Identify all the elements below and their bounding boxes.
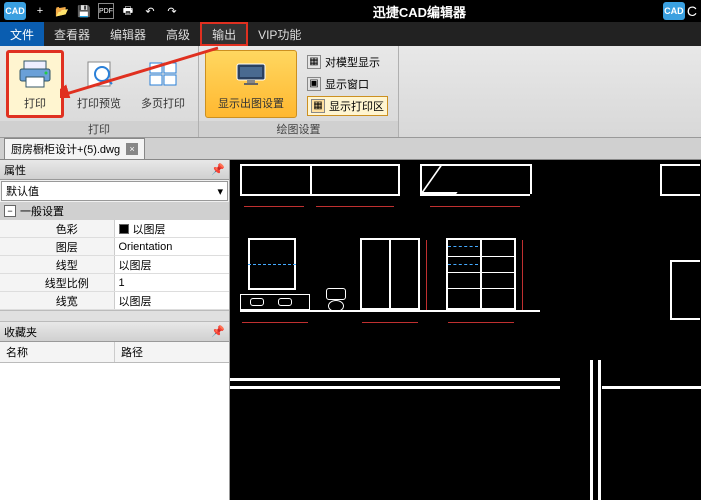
properties-panel-header: 属性 📌 [0,160,229,180]
multipage-icon [146,57,180,91]
menu-vip[interactable]: VIP功能 [248,22,311,46]
prop-value[interactable]: 以图层 [115,220,230,237]
save-icon[interactable]: 💾 [76,3,92,19]
pin-icon[interactable]: 📌 [211,325,225,339]
color-swatch [119,224,129,234]
chevron-down-icon[interactable]: ▾ [217,185,223,198]
prop-value[interactable]: Orientation [115,238,230,255]
printer-icon [18,57,52,91]
prop-name: 图层 [0,238,115,255]
left-panels: 属性 📌 默认值 ▾ − 一般设置 色彩 以图层 图层 Orientation … [0,160,230,500]
layers-icon: ▦ [307,55,321,69]
undo-icon[interactable]: ↶ [142,3,158,19]
ribbon-group-print: 打印 打印预览 多页打印 打印 [0,46,199,137]
preview-icon [82,57,116,91]
close-icon[interactable]: × [126,143,138,155]
show-window-label: 显示窗口 [325,76,369,92]
open-icon[interactable]: 📂 [54,3,70,19]
document-tab-label: 厨房橱柜设计+(5).dwg [11,141,120,157]
drawing-canvas[interactable] [230,160,701,500]
prop-value[interactable]: 1 [115,274,230,291]
prop-row[interactable]: 色彩 以图层 [0,220,229,238]
favorites-body [0,363,229,500]
prop-row[interactable]: 线宽 以图层 [0,292,229,310]
fav-col-path[interactable]: 路径 [115,342,229,362]
property-target-combo[interactable]: 默认值 ▾ [1,181,228,201]
ribbon-group-plot: 显示出图设置 ▦ 对模型显示 ▣ 显示窗口 ▦ 显示打印区 绘图设置 [199,46,399,137]
prop-row[interactable]: 图层 Orientation [0,238,229,256]
pdf-icon[interactable]: PDF [98,3,114,19]
app-title: 迅捷CAD编辑器 [180,2,659,21]
window-icon: ▣ [307,77,321,91]
show-plot-config-button[interactable]: 显示出图设置 [205,50,297,118]
redo-icon[interactable]: ↷ [164,3,180,19]
prop-section-label: 一般设置 [20,203,64,219]
new-icon[interactable]: + [32,3,48,19]
preview-label: 打印预览 [77,95,121,111]
show-model-label: 对模型显示 [325,54,380,70]
monitor-icon [234,57,268,91]
plot-options: ▦ 对模型显示 ▣ 显示窗口 ▦ 显示打印区 [303,50,392,118]
prop-name: 线型比例 [0,274,115,291]
show-print-area-label: 显示打印区 [329,98,384,114]
print-icon[interactable]: 🖶 [120,3,136,19]
prop-name: 线宽 [0,292,115,309]
menu-output[interactable]: 输出 [200,22,248,46]
panel-splitter[interactable] [0,310,229,322]
multipage-print-button[interactable]: 多页打印 [134,50,192,118]
ribbon-group-plot-label: 绘图设置 [199,121,398,137]
ribbon-group-print-label: 打印 [0,121,198,137]
document-tab[interactable]: 厨房橱柜设计+(5).dwg × [4,138,145,159]
prop-row[interactable]: 线型比例 1 [0,274,229,292]
print-area-icon: ▦ [311,99,325,113]
document-tab-bar: 厨房橱柜设计+(5).dwg × [0,138,701,160]
print-button[interactable]: 打印 [6,50,64,118]
prop-section-header[interactable]: − 一般设置 [0,202,229,220]
prop-value[interactable]: 以图层 [115,292,230,309]
print-preview-button[interactable]: 打印预览 [70,50,128,118]
combo-value: 默认值 [6,183,39,199]
menu-editor[interactable]: 编辑器 [100,22,156,46]
show-print-area-toggle[interactable]: ▦ 显示打印区 [307,96,388,116]
favorites-columns: 名称 路径 [0,342,229,363]
ribbon: 打印 打印预览 多页打印 打印 显示出图设置 [0,46,701,138]
print-label: 打印 [24,95,46,111]
prop-name: 线型 [0,256,115,273]
app-logo: CAD [4,2,26,20]
brand-suffix: C [687,3,697,19]
favorites-panel-header: 收藏夹 📌 [0,322,229,342]
favorites-title: 收藏夹 [4,324,37,340]
menu-bar: 文件 查看器 编辑器 高级 输出 VIP功能 [0,22,701,46]
prop-value[interactable]: 以图层 [115,256,230,273]
menu-viewer[interactable]: 查看器 [44,22,100,46]
title-bar: CAD + 📂 💾 PDF 🖶 ↶ ↷ 迅捷CAD编辑器 CAD C [0,0,701,22]
show-model-toggle[interactable]: ▦ 对模型显示 [307,52,388,72]
menu-file[interactable]: 文件 [0,22,44,46]
brand-badge: CAD [663,2,685,20]
workspace: 属性 📌 默认值 ▾ − 一般设置 色彩 以图层 图层 Orientation … [0,160,701,500]
properties-title: 属性 [4,162,26,178]
menu-advanced[interactable]: 高级 [156,22,200,46]
show-plot-config-label: 显示出图设置 [218,95,284,111]
pin-icon[interactable]: 📌 [211,163,225,177]
fav-col-name[interactable]: 名称 [0,342,115,362]
quick-access-toolbar: + 📂 💾 PDF 🖶 ↶ ↷ [32,3,180,19]
show-window-toggle[interactable]: ▣ 显示窗口 [307,74,388,94]
prop-row[interactable]: 线型 以图层 [0,256,229,274]
collapse-icon[interactable]: − [4,205,16,217]
prop-name: 色彩 [0,220,115,237]
multipage-label: 多页打印 [141,95,185,111]
property-grid: 色彩 以图层 图层 Orientation 线型 以图层 线型比例 1 线宽 以… [0,220,229,310]
